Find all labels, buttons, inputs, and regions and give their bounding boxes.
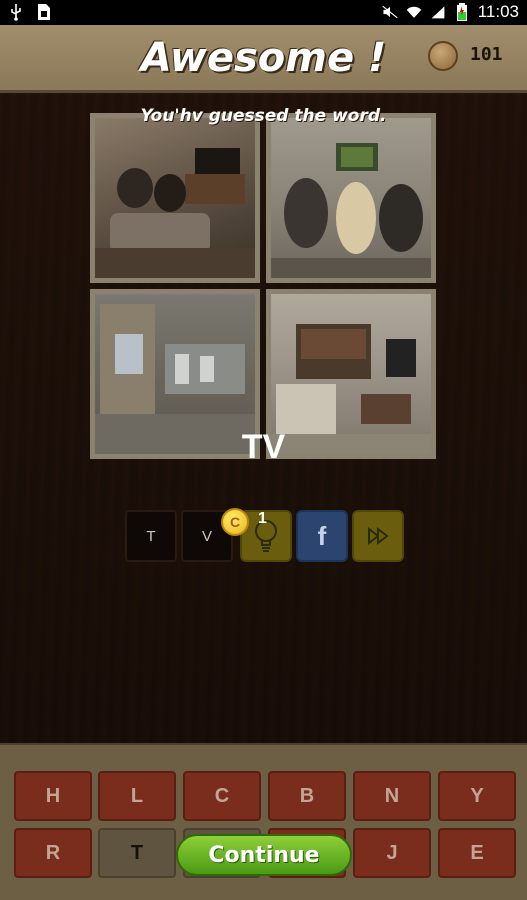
fast-forward-icon [368, 527, 389, 545]
game-board [0, 93, 527, 743]
sim-icon [36, 3, 52, 21]
facebook-share-button[interactable]: f [296, 510, 348, 562]
puzzle-photo-2[interactable] [266, 113, 436, 283]
usb-icon [8, 3, 24, 21]
signal-icon [430, 3, 446, 21]
letter-key[interactable]: H [14, 771, 92, 821]
letter-key[interactable]: L [98, 771, 176, 821]
letter-key-used[interactable]: T [98, 828, 176, 878]
wifi-icon [406, 3, 422, 21]
status-bar: 11:03 [0, 0, 527, 25]
mute-icon [382, 3, 398, 21]
skip-button[interactable] [352, 510, 404, 562]
letter-key[interactable]: N [353, 771, 431, 821]
letter-key[interactable]: R [14, 828, 92, 878]
success-message: You'hv guessed the word. [140, 106, 387, 126]
letter-key[interactable]: E [438, 828, 516, 878]
header-bar: Awesome ! 101 [0, 25, 527, 93]
coin-count: 101 [470, 44, 503, 65]
battery-icon [454, 3, 470, 21]
letter-key[interactable]: Y [438, 771, 516, 821]
hint-coin-icon: C [221, 508, 249, 536]
answer-slot-1[interactable]: T [125, 510, 177, 562]
continue-button[interactable]: Continue [176, 834, 352, 876]
facebook-icon: f [317, 520, 327, 551]
hint-cost: 1 [258, 510, 267, 527]
puzzle-photo-1[interactable] [90, 113, 260, 283]
letter-key[interactable]: J [353, 828, 431, 878]
letter-key[interactable]: C [183, 771, 261, 821]
coin-icon [428, 41, 458, 71]
clock: 11:03 [477, 2, 519, 21]
letter-key[interactable]: B [268, 771, 346, 821]
answer-word: TV [241, 428, 286, 466]
